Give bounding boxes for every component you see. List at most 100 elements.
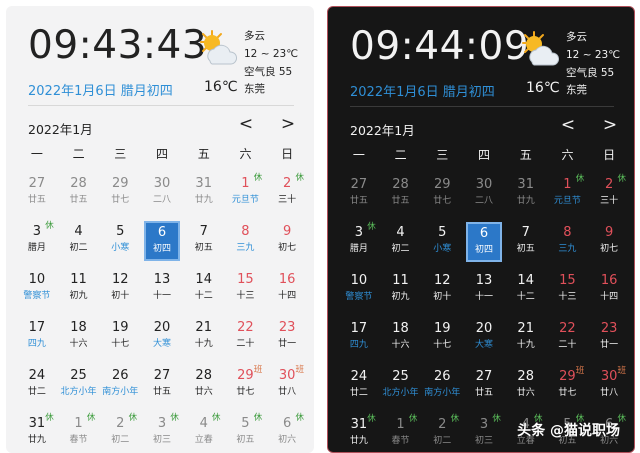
day-number: 5 [116, 224, 125, 239]
calendar-day[interactable]: 29 廿七 班 [225, 361, 267, 409]
calendar-day[interactable]: 3 腊月 休 [338, 218, 380, 266]
calendar-day[interactable]: 28 廿六 [183, 361, 225, 409]
calendar-day[interactable]: 31 廿九 [505, 170, 547, 218]
next-month-button[interactable]: > [600, 115, 620, 135]
calendar-day[interactable]: 2 三十 休 [588, 170, 630, 218]
calendar-day[interactable]: 21 十九 [183, 313, 225, 361]
calendar-day[interactable]: 1 春节 休 [58, 409, 100, 453]
lunar-label: 春节 [69, 435, 88, 445]
calendar-day[interactable]: 10 警察节 [338, 266, 380, 314]
calendar-day[interactable]: 29 廿七 班 [547, 362, 589, 410]
calendar-day[interactable]: 5 小寒 [99, 217, 141, 265]
day-number: 29 [434, 177, 451, 192]
calendar-day[interactable]: 19 十七 [421, 314, 463, 362]
calendar-day[interactable]: 30 廿八 班 [266, 361, 308, 409]
calendar-day[interactable]: 18 十六 [58, 313, 100, 361]
holiday-badge: 休 [367, 414, 376, 424]
calendar-day[interactable]: 1 春节 休 [380, 410, 422, 452]
calendar-day[interactable]: 30 二八 [141, 169, 183, 217]
calendar-day[interactable]: 9 初七 [588, 218, 630, 266]
calendar-day[interactable]: 10 警察节 [16, 265, 58, 313]
calendar-day[interactable]: 25 北方小年 [380, 362, 422, 410]
date-lunar[interactable]: 2022年1月6日 腊月初四 [350, 81, 495, 100]
calendar-day[interactable]: 27 廿五 [463, 362, 505, 410]
calendar-day[interactable]: 4 初二 [380, 218, 422, 266]
calendar-day[interactable]: 28 廿五 [58, 169, 100, 217]
calendar-day[interactable]: 23 廿一 [266, 313, 308, 361]
calendar-day[interactable]: 20 大寒 [463, 314, 505, 362]
calendar-day[interactable]: 15 十三 [225, 265, 267, 313]
calendar-day[interactable]: 14 十二 [505, 266, 547, 314]
calendar-day[interactable]: 1 元旦节 休 [225, 169, 267, 217]
calendar-day[interactable]: 24 廿二 [16, 361, 58, 409]
prev-month-button[interactable]: < [558, 115, 578, 135]
lunar-label: 初七 [600, 244, 619, 254]
lunar-label: 十四 [600, 292, 619, 302]
calendar-day[interactable]: 7 初五 [505, 218, 547, 266]
calendar-day[interactable]: 3 初三 休 [141, 409, 183, 453]
day-number: 28 [195, 368, 212, 383]
calendar-day[interactable]: 3 腊月 休 [16, 217, 58, 265]
calendar-day[interactable]: 1 元旦节 休 [547, 170, 589, 218]
weekday-label: 六 [239, 147, 252, 161]
calendar-day[interactable]: 19 十七 [99, 313, 141, 361]
calendar-day[interactable]: 16 十四 [266, 265, 308, 313]
calendar-day[interactable]: 9 初七 [266, 217, 308, 265]
calendar-day[interactable]: 20 大寒 [141, 313, 183, 361]
calendar-day[interactable]: 6 初六 休 [266, 409, 308, 453]
lunar-label: 四九 [27, 339, 46, 349]
day-number: 3 [354, 225, 363, 240]
calendar-day[interactable]: 6 初四 [143, 221, 180, 261]
calendar-day[interactable]: 30 廿八 班 [588, 362, 630, 410]
month-label[interactable]: 2022年1月 [350, 120, 415, 139]
calendar-day[interactable]: 24 廿二 [338, 362, 380, 410]
calendar-day[interactable]: 4 初二 [58, 217, 100, 265]
calendar-day[interactable]: 18 十六 [380, 314, 422, 362]
watermark: 头条 @猫说职场 [517, 423, 620, 439]
calendar-day[interactable]: 27 廿五 [141, 361, 183, 409]
calendar-day[interactable]: 6 初四 [465, 222, 502, 262]
calendar-day[interactable]: 27 廿五 [338, 170, 380, 218]
calendar-day[interactable]: 5 初五 休 [225, 409, 267, 453]
calendar-day[interactable]: 5 小寒 [421, 218, 463, 266]
calendar-day[interactable]: 21 十九 [505, 314, 547, 362]
calendar-day[interactable]: 26 南方小年 [99, 361, 141, 409]
calendar-day[interactable]: 25 北方小年 [58, 361, 100, 409]
calendar-day[interactable]: 2 初二 休 [421, 410, 463, 452]
calendar-day[interactable]: 28 廿五 [380, 170, 422, 218]
calendar-day[interactable]: 7 初五 [183, 217, 225, 265]
calendar-day[interactable]: 17 四九 [16, 313, 58, 361]
next-month-button[interactable]: > [278, 114, 298, 134]
calendar-day[interactable]: 26 南方小年 [421, 362, 463, 410]
calendar-day[interactable]: 12 初十 [99, 265, 141, 313]
calendar-day[interactable]: 31 廿九 休 [16, 409, 58, 453]
calendar-day[interactable]: 16 十四 [588, 266, 630, 314]
calendar-day[interactable]: 30 二八 [463, 170, 505, 218]
calendar-day[interactable]: 2 三十 休 [266, 169, 308, 217]
calendar-day[interactable]: 11 初九 [380, 266, 422, 314]
calendar-day[interactable]: 2 初二 休 [99, 409, 141, 453]
calendar-day[interactable]: 22 二十 [225, 313, 267, 361]
calendar-day[interactable]: 15 十三 [547, 266, 589, 314]
calendar-day[interactable]: 28 廿六 [505, 362, 547, 410]
calendar-day[interactable]: 27 廿五 [16, 169, 58, 217]
calendar-day[interactable]: 8 三九 [547, 218, 589, 266]
prev-month-button[interactable]: < [236, 114, 256, 134]
date-lunar[interactable]: 2022年1月6日 腊月初四 [28, 80, 173, 99]
calendar-day[interactable]: 11 初九 [58, 265, 100, 313]
calendar-day[interactable]: 31 廿九 [183, 169, 225, 217]
calendar-day[interactable]: 17 四九 [338, 314, 380, 362]
calendar-day[interactable]: 12 初十 [421, 266, 463, 314]
calendar-day[interactable]: 8 三九 [225, 217, 267, 265]
calendar-day[interactable]: 14 十二 [183, 265, 225, 313]
calendar-day[interactable]: 3 初三 休 [463, 410, 505, 452]
calendar-day[interactable]: 13 十一 [463, 266, 505, 314]
calendar-day[interactable]: 31 廿九 休 [338, 410, 380, 452]
calendar-day[interactable]: 22 二十 [547, 314, 589, 362]
month-label[interactable]: 2022年1月 [28, 119, 93, 138]
calendar-day[interactable]: 23 廿一 [588, 314, 630, 362]
calendar-day[interactable]: 13 十一 [141, 265, 183, 313]
calendar-day[interactable]: 29 廿七 [99, 169, 141, 217]
calendar-day[interactable]: 4 立春 休 [183, 409, 225, 453]
calendar-day[interactable]: 29 廿七 [421, 170, 463, 218]
